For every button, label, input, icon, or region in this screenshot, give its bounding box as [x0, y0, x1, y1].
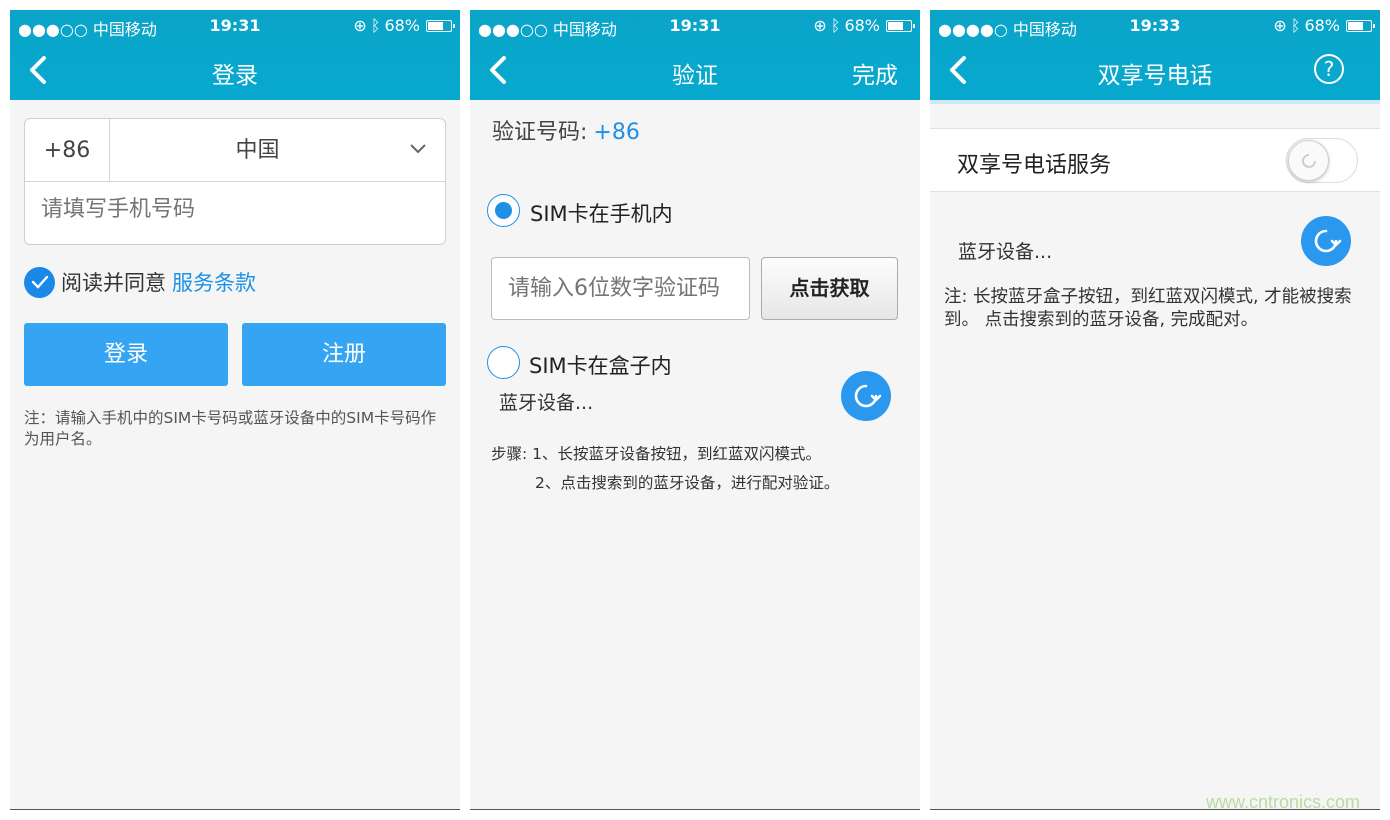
- lock-rotation-icon: ⊕: [1273, 16, 1287, 35]
- verify-number-label: 验证号码:: [492, 120, 588, 145]
- step-1: 步骤: 1、长按蓝牙设备按钮，到红蓝双闪模式。: [491, 445, 822, 463]
- step-2: 2、点击搜索到的蓝牙设备，进行配对验证。: [535, 474, 840, 492]
- status-right: ⊕ ᛒ 68%: [353, 16, 455, 35]
- done-button[interactable]: 完成: [852, 56, 898, 90]
- help-icon[interactable]: ?: [1314, 54, 1344, 84]
- bluetooth-icon: ᛒ: [1290, 16, 1301, 35]
- country-row[interactable]: +86 中国: [25, 119, 445, 182]
- battery-percent: 68%: [1304, 16, 1340, 35]
- radio-sim-in-box[interactable]: [487, 346, 520, 379]
- battery-icon: [886, 19, 915, 32]
- service-label: 双享号电话服务: [957, 153, 1112, 178]
- service-row: 双享号电话服务: [930, 128, 1380, 192]
- toggle-knob[interactable]: [1288, 140, 1329, 181]
- lock-rotation-icon: ⊕: [813, 16, 827, 35]
- agree-terms: 阅读并同意 服务条款: [24, 266, 256, 298]
- battery-percent: 68%: [844, 16, 880, 35]
- status-right: ⊕ ᛒ 68%: [1273, 16, 1375, 35]
- pairing-steps: 步骤: 1、长按蓝牙设备按钮，到红蓝双闪模式。 2、点击搜索到的蓝牙设备，进行配…: [491, 440, 839, 498]
- sync-icon: [1301, 153, 1316, 168]
- divider: [470, 809, 920, 810]
- agree-label: 阅读并同意: [61, 271, 166, 295]
- status-bar: ●●●○○ 中国移动 19:31 ⊕ ᛒ 68%: [470, 10, 920, 40]
- dual-number-screen: ●●●●○ 中国移动 19:33 ⊕ ᛒ 68% 双享号电话 ? 双享号电话服务: [930, 10, 1380, 810]
- register-button[interactable]: 注册: [242, 323, 446, 386]
- refresh-icon[interactable]: [1301, 216, 1351, 266]
- lock-rotation-icon: ⊕: [353, 16, 367, 35]
- nav-bar: ●●●○○ 中国移动 19:31 ⊕ ᛒ 68% 登录: [10, 10, 460, 100]
- service-toggle[interactable]: [1286, 138, 1358, 183]
- chevron-down-icon[interactable]: [409, 143, 427, 155]
- get-code-button[interactable]: 点击获取: [761, 257, 898, 320]
- country-code: +86: [25, 119, 110, 182]
- checkbox-checked-icon[interactable]: [24, 266, 55, 298]
- bluetooth-icon: ᛒ: [830, 16, 841, 35]
- page-title: 登录: [212, 63, 258, 89]
- page-title: 双享号电话: [1097, 63, 1213, 89]
- country-select[interactable]: 中国: [110, 119, 405, 182]
- login-note: 注：请输入手机中的SIM卡号码或蓝牙设备中的SIM卡号码作为用户名。: [24, 409, 437, 448]
- terms-link[interactable]: 服务条款: [172, 267, 256, 297]
- verify-screen: ●●●○○ 中国移动 19:31 ⊕ ᛒ 68% 验证 完成 验证号码: +86 …: [470, 10, 920, 810]
- sim-in-box-label[interactable]: SIM卡在盒子内: [529, 350, 672, 380]
- nav-bar: ●●●○○ 中国移动 19:31 ⊕ ᛒ 68% 验证 完成: [470, 10, 920, 100]
- login-button[interactable]: 登录: [24, 323, 228, 386]
- divider: [10, 809, 460, 810]
- pairing-note: 注: 长按蓝牙盒子按钮，到红蓝双闪模式, 才能被搜索到。 点击搜索到的蓝牙设备,…: [944, 287, 1352, 330]
- status-right: ⊕ ᛒ 68%: [813, 16, 915, 35]
- battery-percent: 68%: [384, 16, 420, 35]
- verify-country-code: +86: [593, 120, 640, 145]
- watermark: www.cntronics.com: [1206, 792, 1361, 812]
- header-shadow: [930, 100, 1380, 104]
- nav-bar: ●●●●○ 中国移动 19:33 ⊕ ᛒ 68% 双享号电话 ?: [930, 10, 1380, 100]
- refresh-icon[interactable]: [841, 371, 891, 421]
- phone-form: +86 中国: [24, 118, 446, 245]
- battery-icon: [426, 19, 455, 32]
- bluetooth-icon: ᛒ: [370, 16, 381, 35]
- sim-in-phone-label[interactable]: SIM卡在手机内: [530, 198, 673, 228]
- status-bar: ●●●●○ 中国移动 19:33 ⊕ ᛒ 68%: [930, 10, 1380, 40]
- verification-code-input[interactable]: [491, 257, 750, 320]
- status-bar: ●●●○○ 中国移动 19:31 ⊕ ᛒ 68%: [10, 10, 460, 40]
- phone-input[interactable]: [41, 197, 421, 222]
- radio-sim-in-phone[interactable]: [487, 194, 520, 227]
- battery-icon: [1346, 19, 1375, 32]
- login-screen: ●●●○○ 中国移动 19:31 ⊕ ᛒ 68% 登录 +86 中国 阅: [10, 10, 460, 810]
- bluetooth-devices-label: 蓝牙设备...: [958, 241, 1053, 263]
- bluetooth-devices-label: 蓝牙设备...: [499, 392, 594, 414]
- verify-number: 验证号码: +86: [492, 114, 640, 146]
